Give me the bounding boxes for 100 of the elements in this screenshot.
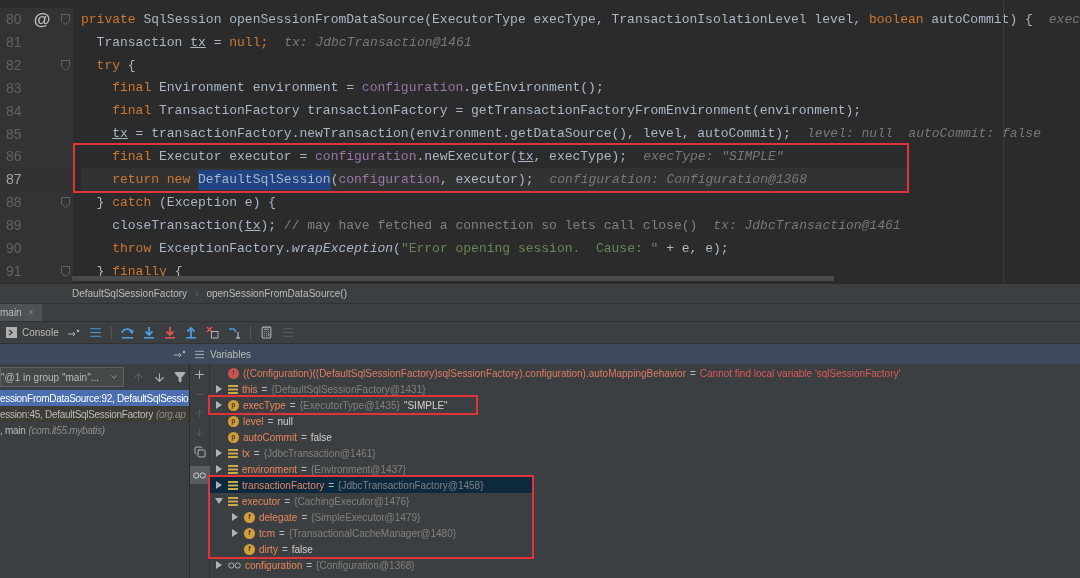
- stack-frame[interactable]: , main (com.it55.mybatis): [0, 422, 189, 438]
- equals-sign: =: [289, 398, 296, 413]
- variable-name[interactable]: transactionFactory: [242, 477, 325, 493]
- expanded-arrow-icon[interactable]: [215, 497, 223, 505]
- breadcrumb[interactable]: openSessionFromDataSource(): [206, 286, 348, 301]
- collapsed-arrow-icon[interactable]: [231, 529, 239, 537]
- horizontal-scrollbar[interactable]: [72, 276, 834, 281]
- inline-value-hint: exec: [1048, 10, 1080, 29]
- code-token: (: [393, 239, 401, 258]
- variable-type: {CachingExecutor@1476}: [294, 494, 410, 509]
- pin-icon[interactable]: [67, 328, 80, 337]
- code-token: );: [260, 217, 278, 236]
- step-out-icon[interactable]: [184, 326, 197, 339]
- code-token: // may have fetched a connection so lets call close(): [283, 217, 698, 236]
- console-icon: [6, 327, 17, 338]
- equals-sign: =: [301, 510, 308, 525]
- code-token: try: [96, 56, 120, 75]
- step-into-icon[interactable]: [142, 326, 155, 339]
- calculator-icon[interactable]: [259, 326, 273, 339]
- variable-name[interactable]: level: [243, 413, 264, 429]
- watches-toggle[interactable]: [189, 466, 210, 484]
- stack-frame[interactable]: essionFromDataSource:92, DefaultSqlSessio: [0, 390, 189, 406]
- variable-name[interactable]: tx: [242, 445, 250, 461]
- add-watch-icon[interactable]: [193, 368, 206, 381]
- code-token: TransactionFactory transactionFactory = getTransactionFactoryFromEnvironment(environment);: [158, 102, 862, 121]
- code-token: SqlSession openSessionFromDataSource(ExecutorType execType, TransactionIsolationLevel level,: [142, 10, 863, 29]
- code-token: private: [81, 10, 136, 29]
- code-token: "Error opening session. Cause: ": [400, 239, 659, 258]
- variable-name[interactable]: ((Configuration)((DefaultSqlSessionFactory)sqlSessionFactory).configuration).autoMappingBehavior: [243, 365, 686, 381]
- inline-value-hint: execType: "SIMPLE": [643, 148, 784, 167]
- variables-title: Variables: [210, 347, 251, 362]
- variable-name[interactable]: execType: [243, 397, 286, 413]
- collapsed-arrow-icon[interactable]: [215, 561, 223, 569]
- glasses-icon: [193, 471, 206, 479]
- threads-icon[interactable]: [88, 326, 102, 339]
- code-token: configuration: [315, 148, 417, 167]
- code-token: return new: [112, 171, 192, 190]
- code-token: (: [330, 171, 339, 190]
- code-token: + e, e);: [665, 239, 729, 258]
- console-tab[interactable]: Console: [6, 325, 59, 340]
- variable-name[interactable]: tcm: [259, 525, 276, 541]
- fold-marker-icon[interactable]: [60, 14, 70, 25]
- variable-type: {TransactionalCacheManager@1480}: [288, 526, 457, 541]
- variable-name[interactable]: dirty: [259, 541, 278, 557]
- stack-frame[interactable]: ession:45, DefaultSqlSessionFactory (org.ap: [0, 406, 189, 422]
- variable-value: "SIMPLE": [403, 398, 448, 413]
- inline-value-hint: tx: JdbcTransaction@1461: [284, 33, 472, 52]
- filter-icon[interactable]: [174, 371, 186, 383]
- fold-marker-icon[interactable]: [60, 266, 70, 277]
- variable-name[interactable]: executor: [242, 493, 281, 509]
- object-icon: [228, 384, 238, 394]
- run-to-cursor-icon[interactable]: [227, 326, 241, 339]
- collapsed-arrow-icon[interactable]: [215, 465, 223, 473]
- equals-sign: =: [279, 526, 285, 541]
- collapsed-arrow-icon[interactable]: [231, 513, 239, 521]
- code-token: configuration: [361, 79, 464, 98]
- variable-name[interactable]: delegate: [259, 509, 298, 525]
- copy-icon[interactable]: [193, 446, 206, 458]
- collapsed-arrow-icon[interactable]: [215, 481, 223, 489]
- code-token: catch: [112, 194, 152, 213]
- fold-marker-icon[interactable]: [60, 59, 70, 71]
- inline-value-hint: tx: JdbcTransaction@1461: [713, 217, 901, 236]
- code-token: , executor);: [439, 171, 534, 190]
- variable-name[interactable]: configuration: [245, 557, 303, 573]
- variable-type: {Environment@1437}: [310, 462, 407, 477]
- breadcrumb[interactable]: DefaultSqlSessionFactory: [72, 286, 188, 301]
- code-token: {: [126, 56, 136, 75]
- step-into-icon[interactable]: [163, 326, 176, 339]
- variable-type: {SimpleExecutor@1479}: [311, 510, 421, 525]
- code-token: final: [112, 79, 152, 98]
- fold-marker-icon[interactable]: [60, 197, 70, 209]
- thread-dropdown[interactable]: "@1 in group "main"...: [0, 367, 124, 387]
- variable-name[interactable]: this: [242, 381, 258, 397]
- collapsed-arrow-icon[interactable]: [215, 401, 223, 409]
- collapsed-arrow-icon[interactable]: [215, 449, 223, 457]
- code-token: tx: [190, 33, 206, 52]
- code-token: throw: [112, 239, 152, 258]
- code-token: = transactionFactory.newTransaction(environment.getDataSource(), level, autoCommit);: [134, 125, 791, 144]
- equals-sign: =: [253, 446, 260, 461]
- equals-sign: =: [306, 558, 313, 573]
- code-token: tx: [112, 125, 128, 144]
- variable-name[interactable]: environment: [242, 461, 298, 477]
- close-icon[interactable]: ×: [27, 305, 34, 320]
- equals-sign: =: [284, 494, 291, 509]
- pin-icon[interactable]: [174, 350, 186, 358]
- equals-sign: =: [301, 462, 307, 477]
- debug-tab[interactable]: main ×: [0, 304, 42, 321]
- variable-type: {ExecutorType@1435}: [299, 398, 400, 413]
- step-over-icon[interactable]: [120, 326, 134, 339]
- variable-value: false: [291, 542, 313, 557]
- object-icon: [228, 448, 238, 458]
- variable-name[interactable]: autoCommit: [243, 429, 297, 445]
- object-icon: [228, 496, 238, 506]
- collapsed-arrow-icon[interactable]: [215, 385, 223, 393]
- override-marker[interactable]: @: [33, 6, 51, 33]
- variable-value: false: [310, 430, 332, 445]
- drop-frame-icon[interactable]: [205, 326, 219, 339]
- arrow-down-icon[interactable]: [153, 370, 166, 384]
- equals-sign: =: [267, 414, 274, 429]
- error-message: Cannot find local variable 'sqlSessionFactory': [699, 366, 901, 381]
